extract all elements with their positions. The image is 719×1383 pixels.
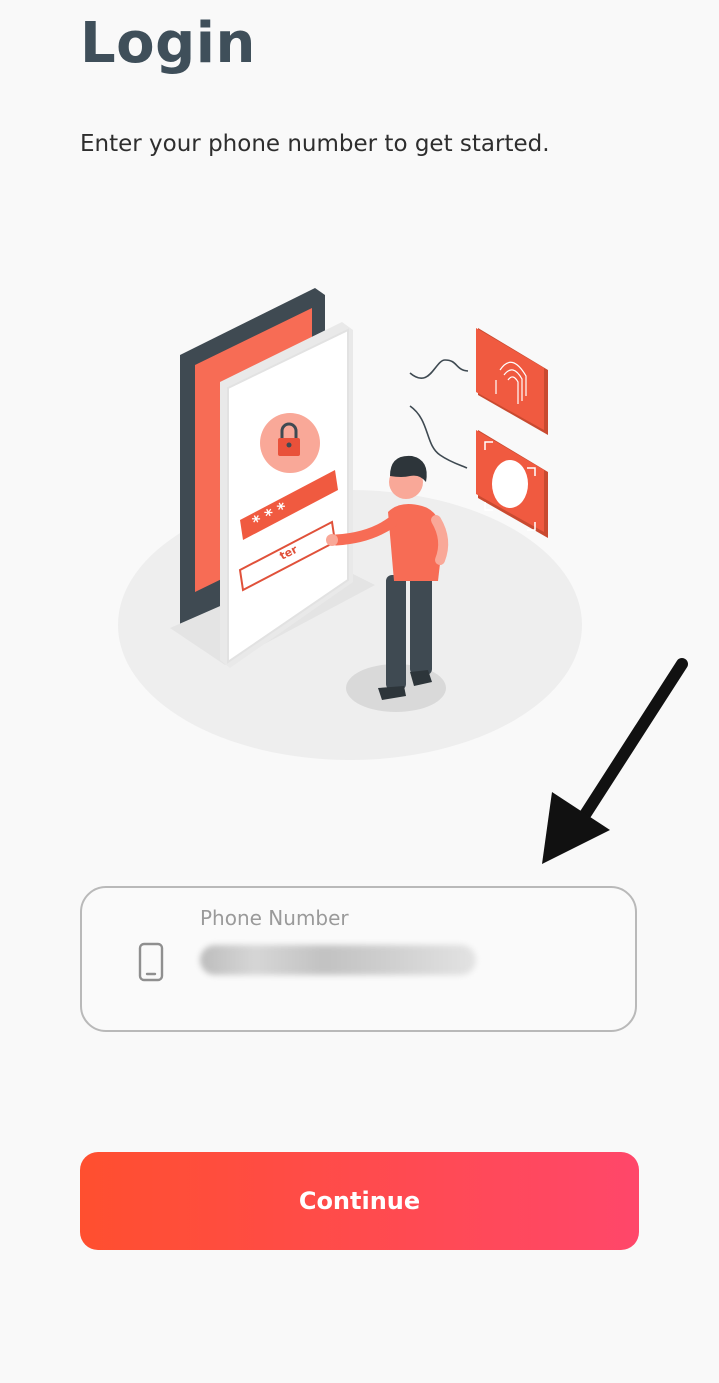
pointer-arrow-icon <box>542 658 688 864</box>
phone-number-input[interactable] <box>198 942 498 980</box>
face-icon <box>492 460 528 508</box>
phone-number-field[interactable]: Phone Number <box>80 886 637 1032</box>
smartphone-icon <box>138 942 164 982</box>
continue-button[interactable]: Continue <box>80 1152 639 1250</box>
page-subtitle: Enter your phone number to get started. <box>80 131 550 157</box>
phone-number-label: Phone Number <box>200 906 349 930</box>
page-title: Login <box>80 11 256 76</box>
fingerprint-card <box>476 328 548 435</box>
connector-line-top <box>409 359 469 379</box>
